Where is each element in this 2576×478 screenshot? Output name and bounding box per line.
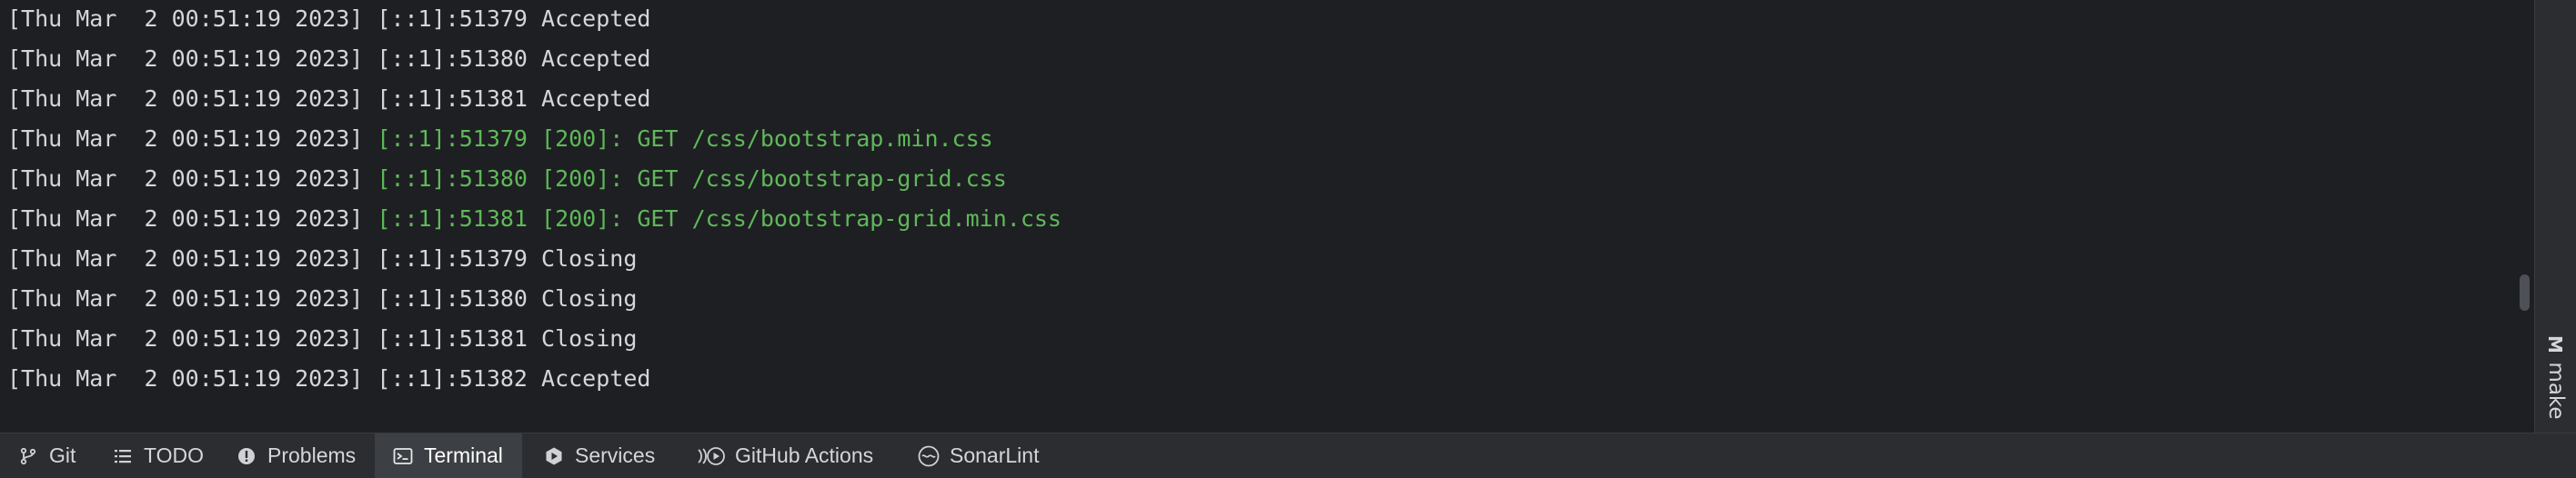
log-message: [::1]:51382 Accepted (377, 365, 651, 392)
log-timestamp: [Thu Mar 2 00:51:19 2023] (7, 285, 364, 312)
log-line: [Thu Mar 2 00:51:19 2023] [::1]:51380 [2… (7, 160, 2531, 200)
log-line: [Thu Mar 2 00:51:19 2023] [::1]:51379 Cl… (7, 240, 2531, 280)
log-line: [Thu Mar 2 00:51:19 2023] [::1]:51381 Ac… (7, 80, 2531, 120)
log-timestamp: [Thu Mar 2 00:51:19 2023] (7, 85, 364, 112)
tab-sonarlint-label: SonarLint (950, 443, 1040, 467)
log-timestamp: [Thu Mar 2 00:51:19 2023] (7, 5, 364, 32)
tab-github-actions[interactable]: GitHub Actions (679, 433, 886, 478)
tab-git-label: Git (49, 443, 76, 467)
log-message: [::1]:51380 Closing (377, 285, 638, 312)
tab-terminal[interactable]: Terminal (375, 433, 522, 478)
tab-services[interactable]: Services (526, 433, 668, 478)
tab-services-label: Services (575, 443, 656, 467)
problems-icon (235, 444, 258, 468)
log-timestamp: [Thu Mar 2 00:51:19 2023] (7, 365, 364, 392)
log-timestamp: [Thu Mar 2 00:51:19 2023] (7, 45, 364, 72)
log-line: [Thu Mar 2 00:51:19 2023] [::1]:51379 [2… (7, 120, 2531, 160)
vertical-scrollbar-thumb[interactable] (2520, 274, 2530, 311)
log-message: [::1]:51381 Accepted (377, 85, 651, 112)
log-timestamp: [Thu Mar 2 00:51:19 2023] (7, 325, 364, 352)
log-message: [::1]:51379 Accepted (377, 5, 651, 32)
log-line: [Thu Mar 2 00:51:19 2023] [::1]:51380 Cl… (7, 280, 2531, 320)
log-line: [Thu Mar 2 00:51:19 2023] [::1]:51381 [2… (7, 200, 2531, 240)
log-message-success: [::1]:51379 [200]: GET /css/bootstrap.mi… (377, 125, 993, 152)
git-branch-icon (16, 444, 40, 468)
list-icon (111, 444, 135, 468)
log-line: [Thu Mar 2 00:51:19 2023] [::1]:51382 Ac… (7, 360, 2531, 400)
log-line: [Thu Mar 2 00:51:19 2023] [::1]:51381 Cl… (7, 320, 2531, 360)
tab-git[interactable]: Git (0, 433, 88, 478)
log-timestamp: [Thu Mar 2 00:51:19 2023] (7, 245, 364, 272)
log-lines: [Thu Mar 2 00:51:19 2023] [::1]:51379 Ac… (7, 0, 2531, 400)
tab-problems-label: Problems (267, 443, 357, 467)
tab-problems[interactable]: Problems (218, 433, 368, 478)
log-timestamp: [Thu Mar 2 00:51:19 2023] (7, 205, 364, 232)
tab-sonarlint[interactable]: SonarLint (901, 433, 1052, 478)
tab-todo[interactable]: TODO (95, 433, 216, 478)
log-timestamp: [Thu Mar 2 00:51:19 2023] (7, 165, 364, 192)
make-icon: M (2544, 335, 2566, 354)
tab-terminal-label: Terminal (424, 443, 503, 467)
log-message-success: [::1]:51381 [200]: GET /css/bootstrap-gr… (377, 205, 1062, 232)
terminal-output[interactable]: [Thu Mar 2 00:51:19 2023] [::1]:51379 Ac… (0, 0, 2531, 433)
log-message: [::1]:51380 Accepted (377, 45, 651, 72)
make-tab-label: make (2544, 362, 2568, 420)
log-message: [::1]:51379 Closing (377, 245, 638, 272)
log-line: [Thu Mar 2 00:51:19 2023] [::1]:51379 Ac… (7, 0, 2531, 40)
make-tool-tab[interactable]: M make (2541, 334, 2571, 425)
terminal-icon (391, 444, 415, 468)
log-timestamp: [Thu Mar 2 00:51:19 2023] (7, 125, 364, 152)
tool-window-bar: Git TODO Problems Terminal Services GitH… (0, 433, 2576, 478)
log-line: [Thu Mar 2 00:51:19 2023] [::1]:51380 Ac… (7, 40, 2531, 80)
github-actions-icon (695, 444, 726, 468)
services-play-icon (542, 444, 566, 468)
tab-todo-label: TODO (144, 443, 205, 467)
sonarlint-icon (917, 444, 941, 468)
log-message: [::1]:51381 Closing (377, 325, 638, 352)
tab-github-actions-label: GitHub Actions (735, 443, 874, 467)
log-message-success: [::1]:51380 [200]: GET /css/bootstrap-gr… (377, 165, 1007, 192)
